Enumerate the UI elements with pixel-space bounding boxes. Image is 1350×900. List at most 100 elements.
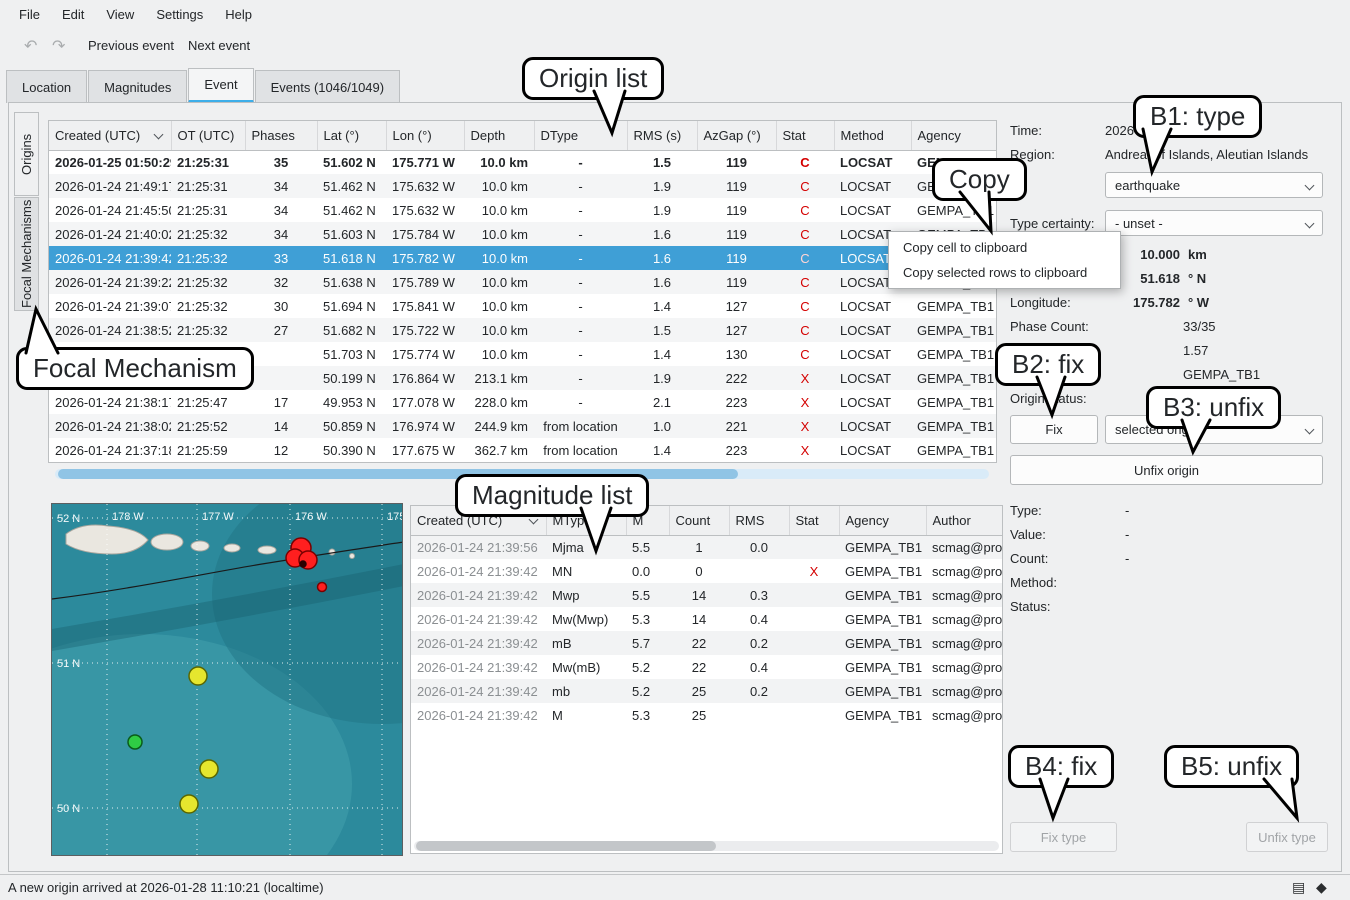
origin-cell[interactable]: 119	[697, 198, 776, 222]
origin-cell[interactable]: X	[776, 438, 834, 462]
origin-cell[interactable]: LOCSAT	[834, 318, 911, 342]
magnitude-cell[interactable]: 5.7	[626, 631, 669, 655]
magnitude-row[interactable]: 2026-01-24 21:39:42M5.325GEMPA_TB1scmag@…	[411, 703, 1003, 727]
origin-cell[interactable]: LOCSAT	[834, 366, 911, 390]
origin-cell[interactable]: 228.0 km	[464, 390, 534, 414]
column-header[interactable]: Depth	[464, 121, 534, 150]
magnitude-cell[interactable]	[789, 583, 839, 607]
origin-cell[interactable]: 175.841 W	[386, 294, 464, 318]
column-header[interactable]: AzGap (°)	[697, 121, 776, 150]
magnitude-row[interactable]: 2026-01-24 21:39:42Mw(mB)5.2220.4GEMPA_T…	[411, 655, 1003, 679]
origin-cell[interactable]: -	[534, 150, 627, 174]
magnitude-cell[interactable]: Mjma	[546, 535, 626, 559]
origin-cell[interactable]: 2026-01-24 21:40:02	[49, 222, 171, 246]
origin-cell[interactable]: 21:25:32	[171, 294, 245, 318]
magnitude-cell[interactable]: 0	[669, 559, 729, 583]
origin-cell[interactable]: 119	[697, 174, 776, 198]
origin-cell[interactable]: -	[534, 174, 627, 198]
type-certainty-select[interactable]: - unset -	[1105, 210, 1323, 236]
origin-cell[interactable]: 213.1 km	[464, 366, 534, 390]
magnitude-cell[interactable]: GEMPA_TB1	[839, 583, 926, 607]
magnitude-cell[interactable]	[789, 679, 839, 703]
origin-cell[interactable]: 175.722 W	[386, 318, 464, 342]
origin-row[interactable]: 2026-01-25 01:50:2921:25:313551.602 N175…	[49, 150, 996, 174]
origin-cell[interactable]: -	[534, 246, 627, 270]
magnitude-cell[interactable]: 25	[669, 679, 729, 703]
fix-origin-button[interactable]: Fix	[1010, 415, 1098, 444]
magnitude-cell[interactable]: 0.0	[729, 535, 789, 559]
origin-cell[interactable]: 10.0 km	[464, 222, 534, 246]
origin-cell[interactable]: from location	[534, 414, 627, 438]
origin-cell[interactable]: 51.703 N	[317, 342, 386, 366]
magnitude-cell[interactable]: GEMPA_TB1	[839, 631, 926, 655]
origin-cell[interactable]: 1.9	[627, 174, 697, 198]
origin-cell[interactable]: 1.6	[627, 246, 697, 270]
origin-cell[interactable]: 21:25:32	[171, 270, 245, 294]
origin-cell[interactable]: 51.603 N	[317, 222, 386, 246]
magnitude-cell[interactable]: 2026-01-24 21:39:42	[411, 607, 546, 631]
tab-magnitudes[interactable]: Magnitudes	[88, 70, 187, 103]
origin-cell[interactable]: 175.784 W	[386, 222, 464, 246]
magnitude-cell[interactable]: 14	[669, 583, 729, 607]
origin-cell[interactable]: LOCSAT	[834, 150, 911, 174]
origin-cell[interactable]: 51.638 N	[317, 270, 386, 294]
magnitude-cell[interactable]: 22	[669, 631, 729, 655]
column-header[interactable]: Agency	[911, 121, 996, 150]
origin-cell[interactable]: X	[776, 390, 834, 414]
origin-cell[interactable]: 21:25:32	[171, 246, 245, 270]
origin-cell[interactable]: C	[776, 342, 834, 366]
magnitude-cell[interactable]: 2026-01-24 21:39:56	[411, 535, 546, 559]
magnitude-cell[interactable]: 2026-01-24 21:39:42	[411, 631, 546, 655]
origin-cell[interactable]: -	[534, 342, 627, 366]
origin-cell[interactable]: 30	[245, 294, 317, 318]
origin-cell[interactable]: 1.5	[627, 318, 697, 342]
origin-cell[interactable]: 362.7 km	[464, 438, 534, 462]
column-header[interactable]: Stat	[776, 121, 834, 150]
origin-cell[interactable]: 223	[697, 390, 776, 414]
origin-cell[interactable]: 222	[697, 366, 776, 390]
magnitude-cell[interactable]: 1	[669, 535, 729, 559]
origin-cell[interactable]: 2026-01-24 21:39:42	[49, 246, 171, 270]
origin-cell[interactable]: 177.078 W	[386, 390, 464, 414]
epicenter-marker[interactable]	[189, 667, 207, 685]
origin-cell[interactable]: 1.4	[627, 438, 697, 462]
origin-cell[interactable]: 21:25:31	[171, 150, 245, 174]
origin-cell[interactable]: 175.789 W	[386, 270, 464, 294]
origin-cell[interactable]: 2026-01-24 21:38:02	[49, 414, 171, 438]
origin-row[interactable]: 2026-01-24 21:38:1721:25:471749.953 N177…	[49, 390, 996, 414]
origin-cell[interactable]: 34	[245, 174, 317, 198]
magnitude-cell[interactable]: 2026-01-24 21:39:42	[411, 679, 546, 703]
origin-cell[interactable]: 50.199 N	[317, 366, 386, 390]
epicenter-marker[interactable]	[300, 561, 306, 567]
epicenter-marker[interactable]	[128, 735, 142, 749]
magnitude-cell[interactable]: GEMPA_TB1	[839, 655, 926, 679]
origin-cell[interactable]: 51.694 N	[317, 294, 386, 318]
origin-cell[interactable]: 1.4	[627, 342, 697, 366]
origin-cell[interactable]: 21:25:32	[171, 318, 245, 342]
origin-cell[interactable]: GEMPA_TB1	[911, 438, 996, 462]
origin-row[interactable]: 2026-01-24 21:38:0221:25:521450.859 N176…	[49, 414, 996, 438]
column-header[interactable]: Lat (°)	[317, 121, 386, 150]
magnitude-cell[interactable]: GEMPA_TB1	[839, 559, 926, 583]
origin-cell[interactable]: GEMPA_TB1	[911, 294, 996, 318]
scrollbar-handle[interactable]	[416, 841, 716, 851]
column-header[interactable]: Agency	[839, 506, 926, 535]
magnitude-cell[interactable]	[789, 535, 839, 559]
magnitude-cell[interactable]: Mwp	[546, 583, 626, 607]
origin-cell[interactable]: 175.782 W	[386, 246, 464, 270]
origin-cell[interactable]: 2026-01-24 21:49:17	[49, 174, 171, 198]
magnitude-row[interactable]: 2026-01-24 21:39:42MN0.00XGEMPA_TB1scmag…	[411, 559, 1003, 583]
magnitude-cell[interactable]: MN	[546, 559, 626, 583]
origin-cell[interactable]: 1.6	[627, 222, 697, 246]
origin-cell[interactable]: GEMPA_TB1	[911, 390, 996, 414]
magnitude-cell[interactable]: 5.2	[626, 679, 669, 703]
tab-location[interactable]: Location	[6, 70, 87, 103]
origin-cell[interactable]: 2026-01-24 21:37:18	[49, 438, 171, 462]
side-tab-focal-mechanisms[interactable]: Focal Mechanisms	[14, 197, 39, 311]
origin-cell[interactable]: 51.462 N	[317, 174, 386, 198]
column-header[interactable]: Created (UTC)	[49, 121, 171, 150]
origin-cell[interactable]: 51.618 N	[317, 246, 386, 270]
magnitude-cell[interactable]: 5.3	[626, 703, 669, 727]
origin-cell[interactable]: GEMPA_TB1	[911, 198, 996, 222]
magnitude-cell[interactable]	[729, 703, 789, 727]
